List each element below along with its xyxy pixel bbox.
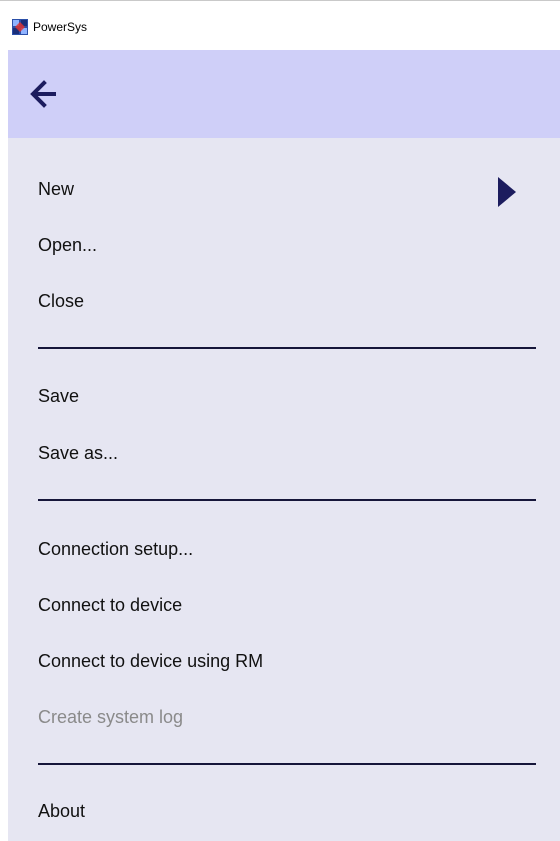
file-menu-panel: New Open... Close Save Save as... Connec… — [8, 50, 560, 841]
menu-item-create-system-log: Create system log — [38, 707, 184, 727]
title-bar: PowerSys — [0, 0, 560, 50]
menu-item-connection-setup[interactable]: Connection setup... — [38, 531, 528, 567]
menu-item-connect-to-device[interactable]: Connect to device — [38, 587, 528, 623]
menu-divider — [38, 763, 536, 765]
menu-item-new[interactable]: New — [38, 171, 528, 207]
menu-divider — [38, 347, 536, 349]
menu-item-open[interactable]: Open... — [38, 227, 528, 263]
menu-divider — [38, 499, 536, 501]
menu-item-close[interactable]: Close — [38, 283, 528, 319]
arrow-left-icon — [30, 80, 56, 108]
back-button[interactable] — [24, 72, 68, 116]
app-title: PowerSys — [33, 20, 88, 34]
app-window: PowerSys New Open... Close Save Save as.… — [0, 0, 560, 841]
menu-item-save[interactable]: Save — [38, 378, 528, 414]
menu-header — [8, 50, 560, 138]
triangle-right-icon[interactable] — [496, 176, 518, 208]
menu-item-connect-using-rm[interactable]: Connect to device using RM — [38, 643, 528, 679]
menu-item-about[interactable]: About — [38, 793, 528, 829]
menu-item-save-as[interactable]: Save as... — [38, 435, 528, 471]
powersys-app-icon — [12, 19, 28, 35]
